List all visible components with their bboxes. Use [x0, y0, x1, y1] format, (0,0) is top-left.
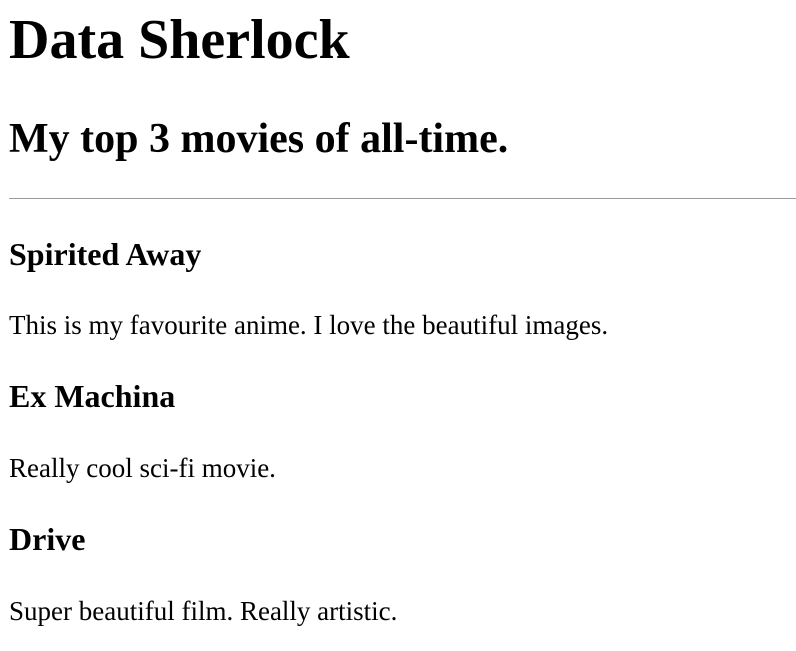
- movie-title: Drive: [9, 521, 86, 557]
- movie-title: Ex Machina: [9, 378, 176, 414]
- page-subtitle: My top 3 movies of all-time.: [9, 116, 509, 162]
- movie-item: Drive Super beautiful film. Really artis…: [9, 482, 796, 625]
- movie-description: This is my favourite anime. I love the b…: [9, 310, 609, 340]
- movie-title: Spirited Away: [9, 236, 202, 272]
- movie-item: Ex Machina Really cool sci-fi movie.: [9, 339, 796, 482]
- page: Data Sherlock My top 3 movies of all-tim…: [9, 0, 796, 625]
- movie-description: Really cool sci-fi movie.: [9, 453, 276, 483]
- site-title: Data Sherlock: [9, 9, 350, 71]
- movie-item: Spirited Away This is my favourite anime…: [9, 199, 796, 339]
- movie-description: Super beautiful film. Really artistic.: [9, 596, 398, 626]
